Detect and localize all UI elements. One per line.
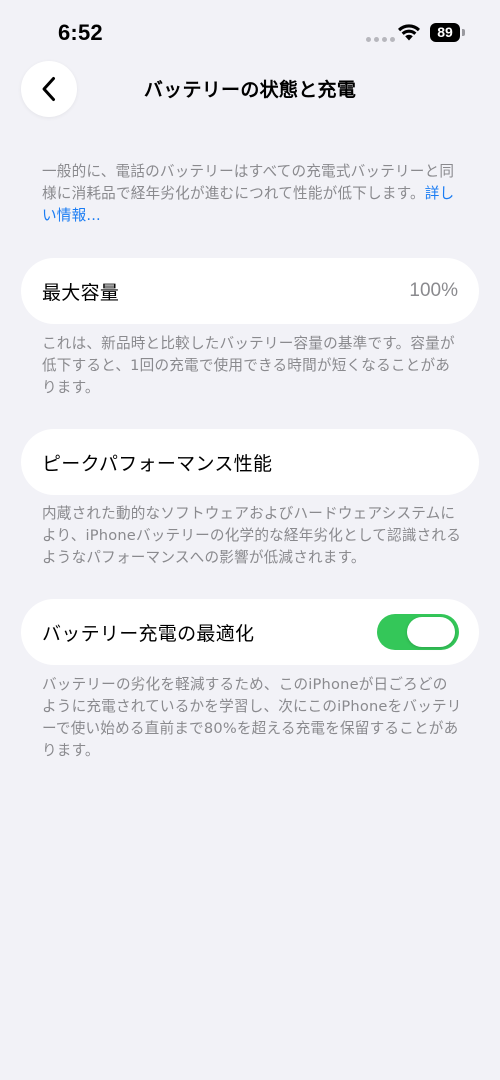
- max-capacity-row: 最大容量 100%: [21, 258, 479, 324]
- battery-level: 89: [430, 23, 460, 42]
- peak-performance-label: ピークパフォーマンス性能: [42, 452, 273, 475]
- optimized-charging-note: バッテリーの劣化を軽減するため、このiPhoneが日ごろどのように充電されている…: [42, 676, 462, 759]
- intro-text: 一般的に、電話のバッテリーはすべての充電式バッテリーと同様に消耗品で経年劣化が進…: [42, 163, 455, 202]
- max-capacity-label: 最大容量: [42, 281, 120, 304]
- status-time: 6:52: [58, 20, 103, 45]
- max-capacity-note: これは、新品時と比較したバッテリー容量の基準です。容量が低下すると、1回の充電で…: [42, 335, 455, 396]
- optimized-charging-row: バッテリー充電の最適化: [21, 599, 479, 665]
- optimized-charging-toggle[interactable]: [377, 614, 459, 650]
- optimized-charging-label: バッテリー充電の最適化: [42, 622, 255, 645]
- status-bar: 6:52 89: [0, 0, 500, 60]
- max-capacity-value: 100%: [409, 280, 458, 301]
- wifi-icon: [398, 24, 420, 41]
- page-title: バッテリーの状態と充電: [143, 79, 357, 101]
- peak-performance-row[interactable]: ピークパフォーマンス性能: [21, 429, 479, 495]
- peak-performance-note: 内蔵された動的なソフトウェアおよびハードウェアシステムにより、iPhoneバッテ…: [42, 505, 461, 566]
- cellular-signal-icon: [366, 37, 395, 42]
- toggle-knob: [407, 617, 455, 647]
- battery-icon: 89: [430, 23, 466, 42]
- intro-note: 一般的に、電話のバッテリーはすべての充電式バッテリーと同様に消耗品で経年劣化が進…: [42, 161, 462, 227]
